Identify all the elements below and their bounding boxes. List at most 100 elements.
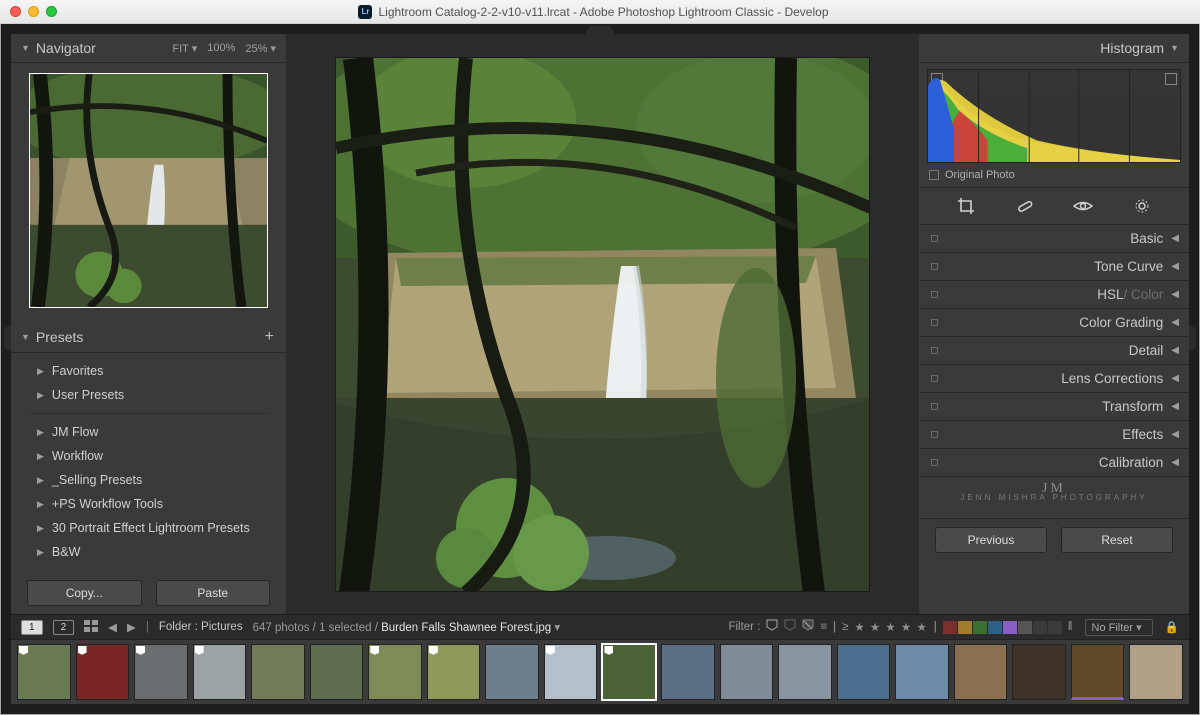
filmstrip-thumb[interactable]	[1012, 644, 1066, 700]
zoom-fit[interactable]: FIT ▾	[172, 42, 197, 55]
filmstrip[interactable]	[11, 639, 1189, 704]
filmstrip-thumb[interactable]	[368, 644, 422, 700]
adjust-panel-detail[interactable]: Detail◀	[919, 337, 1189, 365]
panel-toggle-icon[interactable]	[931, 403, 938, 410]
mask-icon[interactable]	[1130, 196, 1154, 216]
filmstrip-thumb[interactable]	[134, 644, 188, 700]
zoom-25[interactable]: 25% ▾	[245, 42, 276, 55]
filmstrip-thumb[interactable]	[544, 644, 598, 700]
filmstrip-thumb[interactable]	[1071, 644, 1125, 700]
panel-toggle-icon[interactable]	[931, 235, 938, 242]
photo-count: 647 photos / 1 selected / Burden Falls S…	[253, 620, 561, 634]
loupe-view[interactable]	[296, 34, 909, 614]
flag-rejected-icon[interactable]	[802, 619, 814, 636]
filmstrip-thumb[interactable]	[17, 644, 71, 700]
rating-filter[interactable]: ★ ★ ★ ★ ★	[854, 620, 927, 634]
color-label-swatch[interactable]	[1033, 621, 1047, 634]
add-preset-icon[interactable]: +	[263, 328, 276, 346]
panel-toggle-icon[interactable]	[931, 291, 938, 298]
filmstrip-thumb[interactable]	[310, 644, 364, 700]
filmstrip-thumb[interactable]	[837, 644, 891, 700]
filter-preset-dropdown[interactable]: No Filter ▾	[1085, 619, 1153, 636]
panel-toggle-icon[interactable]	[931, 263, 938, 270]
color-label-swatch[interactable]	[958, 621, 972, 634]
copy-button[interactable]: Copy...	[27, 580, 142, 606]
close-window-icon[interactable]	[10, 6, 21, 17]
filmstrip-thumb[interactable]	[76, 644, 130, 700]
navigator-preview[interactable]	[29, 73, 268, 308]
chevron-right-icon[interactable]: ▶	[127, 620, 136, 634]
original-photo-toggle[interactable]: Original Photo	[919, 163, 1189, 188]
chevron-left-icon[interactable]: ◀	[108, 620, 117, 634]
right-panel-toggle[interactable]	[1188, 324, 1196, 352]
filmstrip-thumb[interactable]	[778, 644, 832, 700]
panel-toggle-icon[interactable]	[931, 431, 938, 438]
filmstrip-thumb[interactable]	[602, 644, 656, 700]
reset-button[interactable]: Reset	[1061, 527, 1173, 553]
color-label-swatch[interactable]	[943, 621, 957, 634]
filmstrip-thumb[interactable]	[485, 644, 539, 700]
chevron-left-icon: ◀	[1171, 233, 1179, 244]
adjust-panel-hsl[interactable]: HSL / Color◀	[919, 281, 1189, 309]
minimize-window-icon[interactable]	[28, 6, 39, 17]
filmstrip-thumb[interactable]	[251, 644, 305, 700]
filmstrip-thumb[interactable]	[661, 644, 715, 700]
adjust-panel-transform[interactable]: Transform◀	[919, 393, 1189, 421]
adjust-panel-effects[interactable]: Effects◀	[919, 421, 1189, 449]
filter-settings-icon[interactable]: ≡	[820, 621, 827, 633]
preset-group[interactable]: ▶JM Flow	[11, 420, 286, 444]
color-label-swatch[interactable]	[988, 621, 1002, 634]
preset-group[interactable]: ▶Favorites	[11, 359, 286, 383]
navigator-header[interactable]: ▼ Navigator FIT ▾ 100% 25% ▾	[11, 34, 286, 63]
color-label-swatch[interactable]	[973, 621, 987, 634]
previous-button[interactable]: Previous	[935, 527, 1047, 553]
flag-unflagged-icon[interactable]	[784, 619, 796, 636]
filmstrip-thumb[interactable]	[427, 644, 481, 700]
filmstrip-thumb[interactable]	[954, 644, 1008, 700]
preset-group[interactable]: ▶30 Portrait Effect Lightroom Presets	[11, 516, 286, 540]
histogram-header[interactable]: Histogram ▼	[919, 34, 1189, 63]
monitor-2-button[interactable]: 2	[53, 620, 75, 635]
filmstrip-thumb[interactable]	[193, 644, 247, 700]
panel-toggle-icon[interactable]	[931, 319, 938, 326]
panel-toggle-icon[interactable]	[931, 375, 938, 382]
photo-canvas[interactable]	[335, 57, 870, 592]
filmstrip-thumb[interactable]	[720, 644, 774, 700]
top-panel-toggle[interactable]	[585, 26, 615, 34]
develop-tools	[919, 188, 1189, 225]
preset-group[interactable]: ▶Workflow	[11, 444, 286, 468]
histogram-chart[interactable]	[927, 69, 1181, 163]
folder-path[interactable]: Folder : Pictures	[159, 621, 243, 633]
adjust-panel-tone-curve[interactable]: Tone Curve◀	[919, 253, 1189, 281]
color-label-swatch[interactable]	[1048, 621, 1062, 634]
panel-toggle-icon[interactable]	[931, 347, 938, 354]
flag-picked-icon[interactable]	[766, 619, 778, 636]
paste-button[interactable]: Paste	[156, 580, 271, 606]
grid-view-icon[interactable]	[84, 620, 98, 635]
adjust-panel-color-grading[interactable]: Color Grading◀	[919, 309, 1189, 337]
adjust-panel-calibration[interactable]: Calibration◀	[919, 449, 1189, 477]
preset-group[interactable]: ▶User Presets	[11, 383, 286, 407]
lock-icon[interactable]: 🔒	[1165, 620, 1179, 634]
preset-group[interactable]: ▶+PS Workflow Tools	[11, 492, 286, 516]
redeye-icon[interactable]	[1071, 196, 1095, 216]
crop-icon[interactable]	[954, 196, 978, 216]
color-label-swatch[interactable]	[1018, 621, 1032, 634]
panel-toggle-icon[interactable]	[931, 459, 938, 466]
presets-header[interactable]: ▼ Presets +	[11, 322, 286, 353]
adjust-panel-basic[interactable]: Basic◀	[919, 225, 1189, 253]
adjust-panel-lens-corrections[interactable]: Lens Corrections◀	[919, 365, 1189, 393]
zoom-100[interactable]: 100%	[207, 42, 235, 55]
filmstrip-thumb[interactable]	[1129, 644, 1183, 700]
filmstrip-thumb[interactable]	[895, 644, 949, 700]
presets-list: ▶Favorites▶User Presets ▶JM Flow▶Workflo…	[11, 353, 286, 572]
monitor-1-button[interactable]: 1	[21, 620, 43, 635]
color-label-swatch[interactable]	[1003, 621, 1017, 634]
identity-plate: JM JENN MISHRA PHOTOGRAPHY	[919, 477, 1189, 519]
chevron-left-icon: ◀	[1171, 373, 1179, 384]
maximize-window-icon[interactable]	[46, 6, 57, 17]
preset-group[interactable]: ▶B&W	[11, 540, 286, 564]
heal-icon[interactable]	[1013, 196, 1037, 216]
preset-group[interactable]: ▶_Selling Presets	[11, 468, 286, 492]
chevron-right-icon: ▶	[37, 499, 44, 510]
